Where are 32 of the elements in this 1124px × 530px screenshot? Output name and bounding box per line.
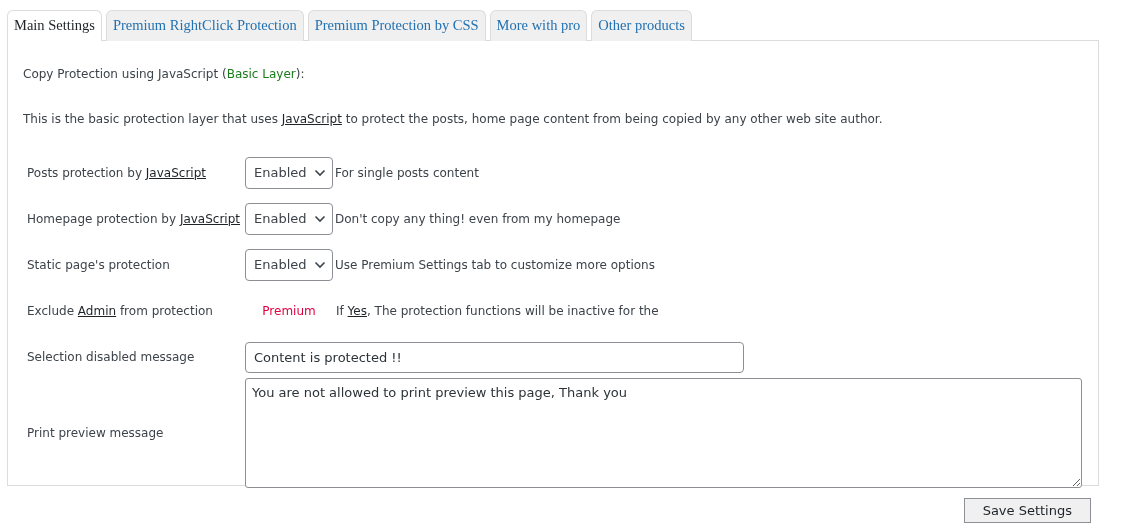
setting-label: Exclude Admin from protection	[26, 303, 214, 320]
setting-note: If Yes, The protection functions will be inactive for the	[335, 303, 659, 320]
tab[interactable]: More with pro	[489, 10, 588, 41]
setting-label: Static page's protection	[26, 257, 171, 274]
select-dropdown[interactable]: Enabled	[245, 249, 333, 281]
description-text: This is the basic protection layer that uses JavaScript to protect the posts, home page content from being copied by any other web site author.	[23, 111, 884, 128]
text-link[interactable]: JavaScript	[145, 166, 206, 180]
text-link[interactable]: JavaScript	[179, 212, 241, 226]
setting-label: Selection disabled message	[26, 349, 196, 366]
save-settings-button[interactable]: Save Settings	[963, 498, 1091, 523]
tab[interactable]: Main Settings	[7, 10, 102, 41]
section-heading: Copy Protection using JavaScript (Basic Layer):	[23, 66, 306, 83]
setting-note: For single posts content	[334, 165, 479, 182]
tab[interactable]: Other products	[591, 10, 692, 41]
select-dropdown[interactable]: Enabled	[245, 203, 333, 235]
text-link[interactable]: JavaScript	[281, 112, 342, 126]
text-link[interactable]: Yes	[347, 304, 367, 318]
setting-label: Posts protection by JavaScript	[26, 165, 207, 182]
setting-label: Homepage protection by JavaScript	[26, 211, 242, 228]
chevron-down-icon	[314, 261, 326, 269]
tab[interactable]: Premium RightClick Protection	[105, 10, 304, 41]
premium-label: Premium	[261, 303, 317, 320]
setting-label: Print preview message	[26, 425, 165, 442]
message-textarea[interactable]: You are not allowed to print preview this page, Thank you	[245, 378, 1082, 488]
text-input-field[interactable]: Content is protected !!	[245, 341, 744, 373]
tab[interactable]: Premium Protection by CSS	[307, 10, 486, 41]
chevron-down-icon	[314, 169, 326, 177]
chevron-down-icon	[314, 215, 326, 223]
select-dropdown[interactable]: Enabled	[245, 157, 333, 189]
text-link[interactable]: Admin	[77, 304, 117, 318]
setting-note: Use Premium Settings tab to customize more options	[334, 257, 655, 274]
setting-note: Don't copy any thing! even from my homepage	[334, 211, 621, 228]
